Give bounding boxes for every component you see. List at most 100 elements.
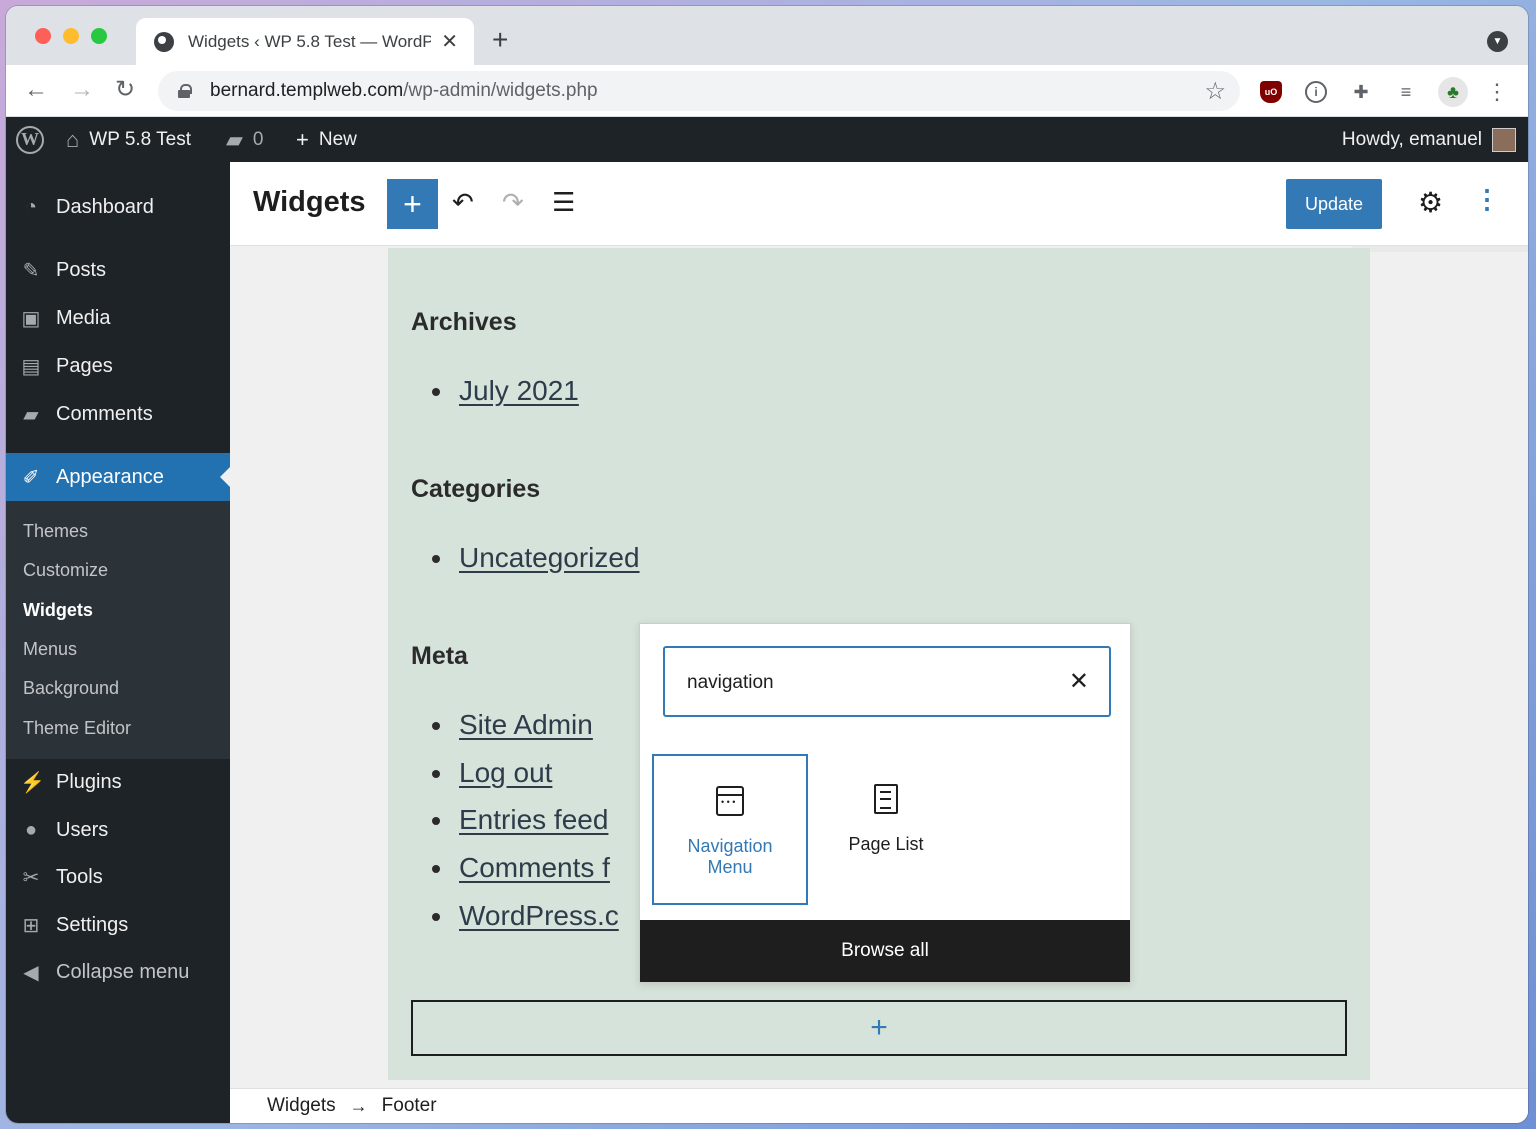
wrench-icon: ✂ bbox=[22, 866, 40, 889]
sidebar-item-tools[interactable]: ✂ Tools bbox=[6, 853, 230, 901]
collapse-icon: ◀ bbox=[23, 961, 39, 984]
arrow-right-icon: → bbox=[349, 1095, 368, 1116]
sidebar-item-label: Comments bbox=[56, 402, 153, 425]
submenu-item-widgets[interactable]: Widgets bbox=[23, 600, 93, 621]
pin-icon: ✎ bbox=[22, 259, 40, 282]
plus-icon: + bbox=[296, 126, 309, 152]
block-search-field[interactable]: ✕ bbox=[663, 646, 1111, 717]
new-content-link[interactable]: + New bbox=[296, 117, 357, 162]
clear-search-icon[interactable]: ✕ bbox=[1069, 667, 1089, 696]
sidebar-item-label: Posts bbox=[56, 258, 107, 281]
submenu-item-themes[interactable]: Themes bbox=[23, 521, 88, 542]
bookmark-star-icon[interactable]: ☆ bbox=[1204, 77, 1226, 106]
wordpress-logo-button[interactable]: W bbox=[16, 117, 44, 162]
plug-icon: ⚡ bbox=[20, 771, 45, 794]
profile-avatar[interactable]: ♣ bbox=[1438, 77, 1468, 107]
my-account-link[interactable]: Howdy, emanuel bbox=[1342, 117, 1516, 162]
sidebar-item-users[interactable]: ● Users bbox=[6, 806, 230, 854]
redo-icon[interactable]: ↷ bbox=[502, 188, 524, 216]
sidebar-item-settings[interactable]: ⊞ Settings bbox=[6, 901, 230, 949]
tab-search-button[interactable]: ▼ bbox=[1487, 31, 1508, 52]
sidebar-item-comments[interactable]: ▰ Comments bbox=[6, 390, 230, 438]
block-result-page-list[interactable]: Page List bbox=[808, 754, 964, 905]
info-extension-icon[interactable]: i bbox=[1305, 81, 1327, 103]
list-bullet bbox=[432, 913, 440, 921]
submenu-item-background[interactable]: Background bbox=[23, 678, 119, 699]
globe-icon bbox=[154, 31, 174, 52]
forward-button[interactable]: → bbox=[70, 77, 94, 103]
meta-link-log-out[interactable]: Log out bbox=[459, 757, 552, 789]
user-avatar bbox=[1492, 127, 1516, 152]
settings-gear-icon[interactable]: ⚙ bbox=[1418, 186, 1443, 219]
browser-toolbar: ← → ↻ bernard.templweb.com/wp-admin/widg… bbox=[6, 65, 1528, 117]
block-search-input[interactable] bbox=[687, 668, 1047, 698]
new-label: New bbox=[318, 128, 357, 150]
block-result-navigation-menu[interactable]: Navigation Menu bbox=[652, 754, 808, 905]
media-queue-icon[interactable]: ≡ bbox=[1395, 81, 1417, 103]
breadcrumb-root[interactable]: Widgets bbox=[267, 1095, 336, 1117]
sidebar-item-appearance[interactable]: ✐ Appearance bbox=[6, 453, 230, 501]
lock-icon[interactable] bbox=[178, 84, 192, 98]
pages-icon: ▤ bbox=[21, 355, 41, 378]
page-title: Widgets bbox=[253, 186, 366, 218]
maximize-window-button[interactable] bbox=[91, 28, 107, 44]
sidebar-item-label: Appearance bbox=[56, 465, 164, 488]
sidebar-item-label: Collapse menu bbox=[56, 960, 190, 983]
meta-link-wordpress-org[interactable]: WordPress.c bbox=[459, 900, 619, 932]
update-button[interactable]: Update bbox=[1286, 179, 1382, 229]
options-menu-icon[interactable]: ⋮ bbox=[1474, 184, 1500, 215]
list-bullet bbox=[432, 817, 440, 825]
browser-tab[interactable]: Widgets ‹ WP 5.8 Test — WordPress ✕ bbox=[136, 18, 474, 65]
block-appender-button[interactable]: + bbox=[411, 1000, 1347, 1056]
appearance-submenu: Themes Customize Widgets Menus Backgroun… bbox=[6, 501, 230, 759]
new-tab-button[interactable]: + bbox=[492, 26, 508, 54]
category-link[interactable]: Uncategorized bbox=[459, 542, 640, 574]
categories-heading: Categories bbox=[411, 475, 541, 503]
meta-link-site-admin[interactable]: Site Admin bbox=[459, 709, 593, 741]
browser-menu-icon[interactable]: ⋮ bbox=[1486, 79, 1508, 104]
url-text: bernard.templweb.com/wp-admin/widgets.ph… bbox=[210, 80, 598, 101]
sidebar-item-pages[interactable]: ▤ Pages bbox=[6, 342, 230, 390]
collapse-menu-button[interactable]: ◀ Collapse menu bbox=[6, 948, 230, 996]
archives-heading: Archives bbox=[411, 308, 517, 336]
address-bar[interactable]: bernard.templweb.com/wp-admin/widgets.ph… bbox=[158, 71, 1240, 111]
list-bullet bbox=[432, 388, 440, 396]
submenu-item-menus[interactable]: Menus bbox=[23, 639, 77, 660]
dashboard-icon: ◔ bbox=[24, 195, 38, 218]
sidebar-item-dashboard[interactable]: ◔ Dashboard bbox=[6, 183, 230, 231]
sidebar-item-media[interactable]: ▣ Media bbox=[6, 294, 230, 342]
browse-all-button[interactable]: Browse all bbox=[640, 920, 1130, 982]
undo-icon[interactable]: ↶ bbox=[452, 188, 474, 216]
close-tab-icon[interactable]: ✕ bbox=[441, 29, 458, 54]
sidebar-item-label: Settings bbox=[56, 913, 129, 936]
meta-link-entries-feed[interactable]: Entries feed bbox=[459, 804, 608, 836]
site-name-link[interactable]: ⌂ WP 5.8 Test bbox=[66, 117, 191, 162]
submenu-item-theme-editor[interactable]: Theme Editor bbox=[23, 718, 131, 739]
submenu-item-customize[interactable]: Customize bbox=[23, 560, 108, 581]
back-button[interactable]: ← bbox=[24, 77, 48, 103]
extensions-puzzle-icon[interactable]: ✚ bbox=[1350, 81, 1372, 103]
reload-button[interactable]: ↻ bbox=[115, 77, 135, 103]
sidebar-item-label: Users bbox=[56, 818, 109, 841]
list-bullet bbox=[432, 770, 440, 778]
sidebar-item-label: Tools bbox=[56, 865, 103, 888]
sidebar-item-plugins[interactable]: ⚡ Plugins bbox=[6, 758, 230, 806]
list-bullet bbox=[432, 555, 440, 563]
settings-icon: ⊞ bbox=[22, 914, 40, 937]
site-name-label: WP 5.8 Test bbox=[89, 128, 192, 150]
home-icon: ⌂ bbox=[66, 126, 80, 152]
block-inserter-toggle-button[interactable]: + bbox=[387, 179, 438, 229]
editor-header: Widgets + ↶ ↷ ☰ Update ⚙ ⋮ bbox=[230, 162, 1528, 246]
ublock-extension-icon[interactable]: uO bbox=[1260, 81, 1282, 103]
sidebar-item-label: Dashboard bbox=[56, 195, 154, 218]
close-window-button[interactable] bbox=[35, 28, 51, 44]
sidebar-item-posts[interactable]: ✎ Posts bbox=[6, 246, 230, 294]
header-edge bbox=[1352, 246, 1528, 252]
archive-link[interactable]: July 2021 bbox=[459, 375, 579, 407]
list-view-icon[interactable]: ☰ bbox=[552, 188, 575, 216]
minimize-window-button[interactable] bbox=[63, 28, 79, 44]
meta-link-comments-feed[interactable]: Comments f bbox=[459, 852, 610, 884]
breadcrumb-current[interactable]: Footer bbox=[382, 1095, 437, 1117]
list-bullet bbox=[432, 865, 440, 873]
comments-link[interactable]: ▰ 0 bbox=[226, 117, 264, 162]
